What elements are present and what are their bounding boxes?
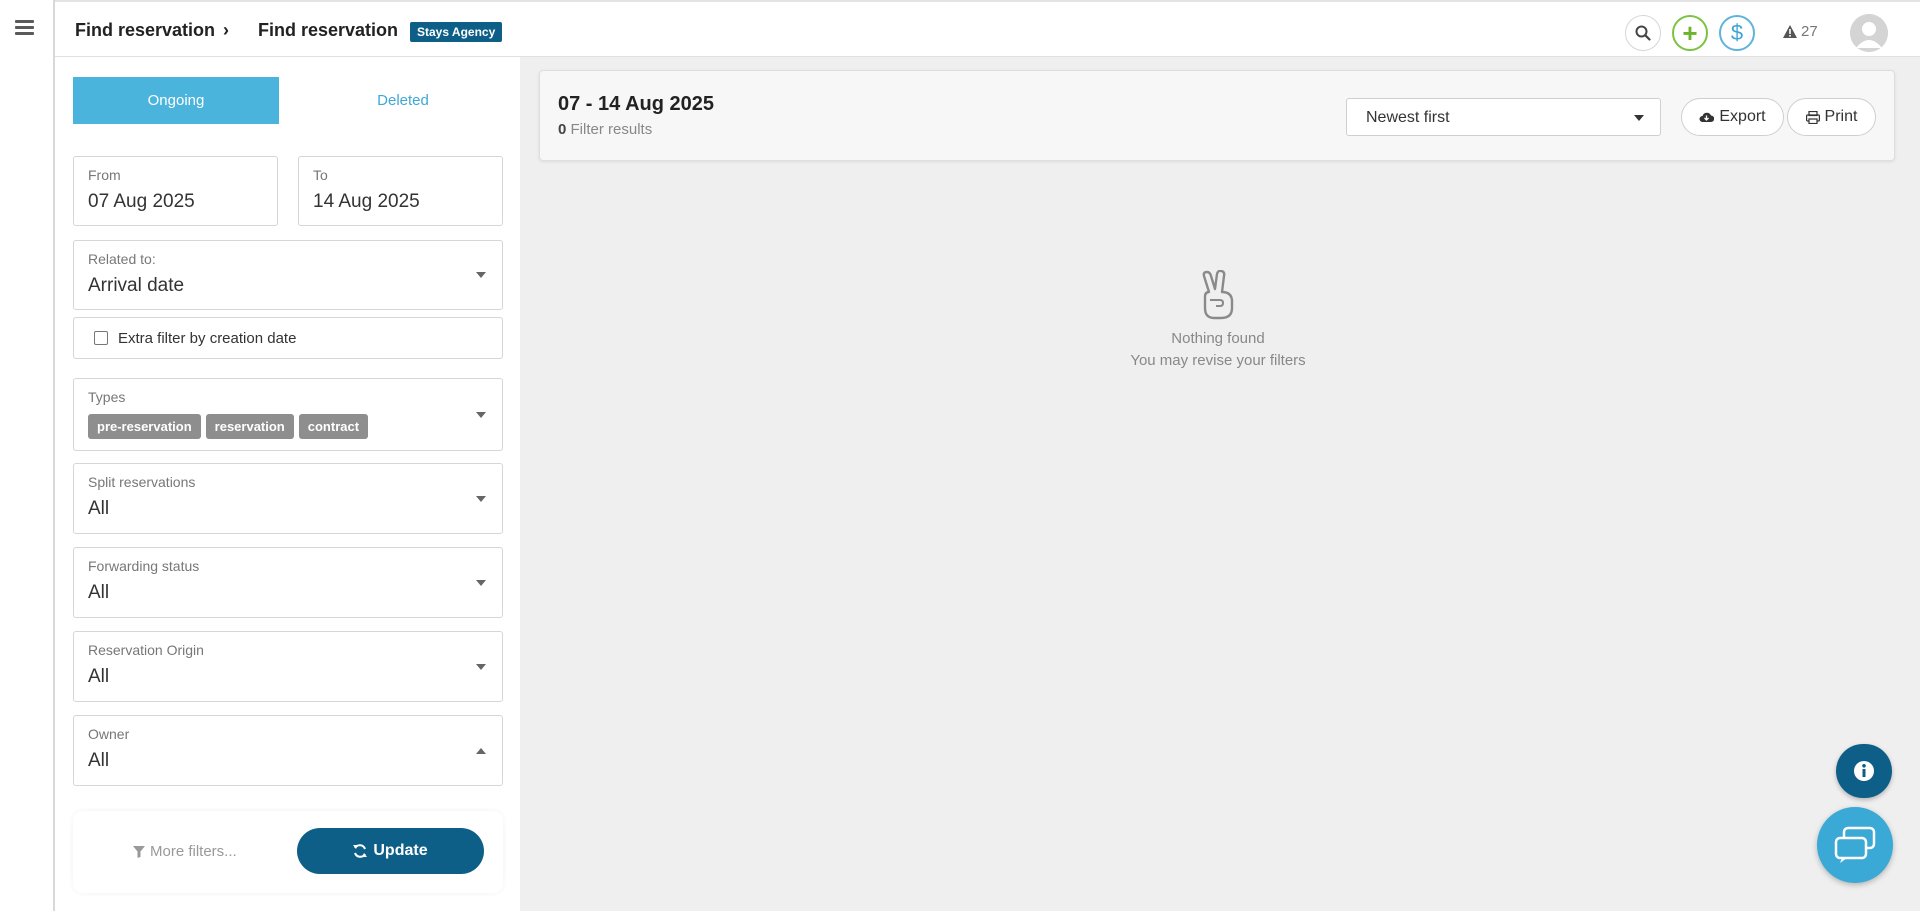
type-tag[interactable]: pre-reservation [88, 414, 201, 439]
search-icon [1635, 25, 1651, 41]
from-label: From [88, 167, 121, 183]
chevron-down-icon [476, 579, 486, 586]
results-count-suffix: Filter results [570, 121, 653, 138]
alerts-count: 27 [1801, 23, 1818, 40]
print-button[interactable]: Print [1787, 98, 1876, 136]
breadcrumb-item-current: Find reservation [258, 20, 399, 40]
left-rail [0, 0, 55, 911]
info-icon [1854, 761, 1874, 781]
from-value: 07 Aug 2025 [88, 191, 195, 212]
reservation-origin-select[interactable]: Reservation Origin All [73, 631, 503, 702]
forwarding-label: Forwarding status [88, 558, 200, 574]
owner-select[interactable]: Owner All [73, 715, 503, 786]
chevron-down-icon [476, 411, 486, 418]
tab-deleted[interactable]: Deleted [300, 77, 506, 124]
related-to-label: Related to: [88, 251, 156, 267]
extra-filter-label: Extra filter by creation date [118, 329, 297, 347]
chat-icon [1834, 826, 1876, 863]
to-label: To [313, 167, 328, 183]
chevron-down-icon [476, 272, 486, 278]
empty-hint: You may revise your filters [1130, 352, 1306, 369]
tab-ongoing[interactable]: Ongoing [73, 77, 279, 124]
owner-label: Owner [88, 726, 130, 742]
results-header: 07 - 14 Aug 2025 0 Filter results Newest… [539, 70, 1895, 161]
to-date-field[interactable]: To 14 Aug 2025 [298, 156, 503, 226]
related-to-value: Arrival date [88, 275, 185, 296]
refresh-icon [353, 844, 368, 858]
breadcrumb-item-parent[interactable]: Find reservation [75, 20, 215, 41]
export-button[interactable]: Export [1681, 98, 1784, 136]
update-button[interactable]: Update [297, 828, 484, 874]
filter-icon [133, 845, 145, 858]
split-label: Split reservations [88, 474, 196, 490]
peace-hand-icon [1196, 269, 1240, 320]
more-filters-label: More filters... [150, 843, 237, 860]
to-value: 14 Aug 2025 [313, 191, 420, 212]
alerts-indicator[interactable]: 27 [1783, 23, 1818, 40]
forwarding-value: All [88, 582, 110, 603]
results-count-number: 0 [558, 121, 567, 138]
types-tags: pre-reservation reservation contract [88, 414, 369, 439]
extra-filter-checkbox[interactable] [94, 331, 108, 345]
hamburger-icon[interactable] [15, 20, 34, 35]
user-avatar-icon[interactable] [1850, 14, 1888, 52]
type-tag[interactable]: reservation [205, 414, 294, 439]
chevron-down-icon [476, 495, 486, 502]
breadcrumb-separator-icon: › [223, 20, 229, 40]
split-reservations-select[interactable]: Split reservations All [73, 463, 503, 534]
filter-actions: More filters... Update [73, 811, 503, 893]
origin-label: Reservation Origin [88, 642, 204, 658]
owner-value: All [88, 750, 110, 771]
finance-button[interactable]: $ [1719, 15, 1755, 51]
results-count: 0 Filter results [558, 121, 652, 138]
cloud-download-icon [1699, 112, 1715, 122]
types-label: Types [88, 389, 126, 405]
sort-select[interactable]: Newest first [1346, 98, 1661, 136]
plus-icon: + [1682, 17, 1698, 48]
chevron-up-icon [476, 747, 486, 754]
search-button[interactable] [1625, 15, 1661, 51]
top-header: Find reservation › Find reservation Stay… [55, 0, 1920, 57]
more-filters-button[interactable]: More filters... [133, 843, 237, 860]
print-icon [1805, 110, 1820, 124]
info-button[interactable] [1836, 744, 1892, 798]
type-tag[interactable]: contract [298, 414, 369, 439]
chat-button[interactable] [1817, 807, 1893, 883]
split-value: All [88, 498, 110, 519]
chevron-down-icon [1634, 115, 1644, 121]
export-label: Export [1719, 108, 1766, 125]
extra-filter-row[interactable]: Extra filter by creation date [73, 317, 503, 359]
from-date-field[interactable]: From 07 Aug 2025 [73, 156, 278, 226]
update-label: Update [373, 842, 428, 859]
agency-badge: Stays Agency [410, 22, 503, 42]
origin-value: All [88, 666, 110, 687]
print-label: Print [1824, 108, 1858, 125]
forwarding-status-select[interactable]: Forwarding status All [73, 547, 503, 618]
warning-icon [1783, 25, 1797, 38]
related-to-select[interactable]: Related to: Arrival date [73, 240, 503, 310]
dollar-icon: $ [1730, 20, 1744, 45]
types-select[interactable]: Types pre-reservation reservation contra… [73, 378, 503, 451]
chevron-down-icon [476, 663, 486, 670]
filter-panel: Ongoing Deleted From 07 Aug 2025 To 14 A… [55, 57, 520, 911]
results-date-range: 07 - 14 Aug 2025 [558, 93, 715, 115]
sort-value: Newest first [1366, 109, 1450, 126]
empty-title: Nothing found [1171, 330, 1265, 347]
empty-state: Nothing found You may revise your filter… [1098, 269, 1338, 372]
add-button[interactable]: + [1672, 15, 1708, 51]
